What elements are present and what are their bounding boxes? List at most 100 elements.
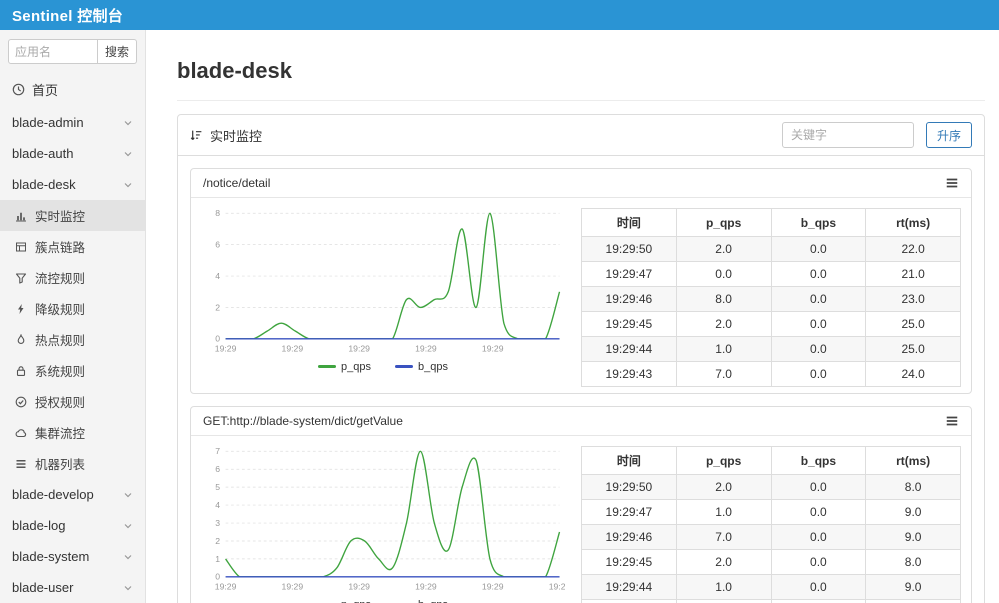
sidebar-app-blade-develop[interactable]: blade-develop	[0, 479, 145, 510]
table-cell: 19:29:45	[582, 312, 677, 337]
svg-text:6: 6	[215, 240, 220, 250]
sidebar-item-机器列表[interactable]: 机器列表	[0, 448, 145, 479]
table-cell: 25.0	[866, 337, 961, 362]
column-header: 时间	[582, 447, 677, 475]
table-row: 19:29:470.00.021.0	[582, 262, 961, 287]
column-header: rt(ms)	[866, 447, 961, 475]
table-cell: 0.0	[771, 600, 866, 603]
table-cell: 7.0	[676, 525, 771, 550]
menu-item-label: 实时监控	[35, 206, 85, 225]
page-title: blade-desk	[177, 58, 985, 84]
svg-text:2: 2	[215, 536, 220, 546]
filter-icon	[15, 272, 27, 284]
menu-icon[interactable]	[945, 176, 959, 190]
sidebar-item-实时监控[interactable]: 实时监控	[0, 200, 145, 231]
sidebar-app-blade-auth[interactable]: blade-auth	[0, 138, 145, 169]
sort-order-button[interactable]: 升序	[926, 122, 972, 148]
table-cell: 19:29:50	[582, 237, 677, 262]
svg-text:0: 0	[215, 334, 220, 344]
resource-title: GET:http://blade-system/dict/getValue	[203, 414, 403, 428]
table-cell: 7.0	[676, 362, 771, 387]
app-search-input[interactable]	[8, 39, 98, 64]
sidebar-item-降级规则[interactable]: 降级规则	[0, 293, 145, 324]
lock-icon	[15, 365, 27, 377]
table-row: 19:29:502.00.08.0	[582, 475, 961, 500]
table-row: 19:29:467.00.09.0	[582, 525, 961, 550]
chart-legend: p_qps b_qps	[201, 599, 565, 603]
table-cell: 19:29:43	[582, 362, 677, 387]
legend-item-p_qps[interactable]: p_qps	[318, 361, 371, 373]
sidebar-item-集群流控[interactable]: 集群流控	[0, 417, 145, 448]
svg-text:19:29: 19:29	[215, 344, 237, 354]
legend-item-b_qps[interactable]: b_qps	[395, 599, 448, 603]
sidebar-app-blade-user[interactable]: blade-user	[0, 572, 145, 603]
legend-label: p_qps	[341, 599, 371, 603]
column-header: p_qps	[676, 447, 771, 475]
table-row: 19:29:441.00.09.0	[582, 575, 961, 600]
legend-item-b_qps[interactable]: b_qps	[395, 361, 448, 373]
resource-title: /notice/detail	[203, 176, 270, 190]
table-row: 19:29:468.00.023.0	[582, 287, 961, 312]
svg-text:19:29: 19:29	[549, 582, 565, 592]
table-cell: 8.0	[866, 475, 961, 500]
chevron-down-icon	[123, 552, 133, 562]
table-cell: 0.0	[771, 262, 866, 287]
app-label: blade-admin	[12, 115, 84, 130]
sidebar-menu: blade-admin blade-authblade-desk 实时监控簇点链路流…	[0, 107, 145, 603]
keyword-input[interactable]	[782, 122, 914, 148]
menu-item-label: 簇点链路	[35, 237, 85, 256]
chevron-down-icon	[123, 490, 133, 500]
menu-icon[interactable]	[945, 414, 959, 428]
table-cell: 9.0	[866, 500, 961, 525]
sidebar-item-流控规则[interactable]: 流控规则	[0, 262, 145, 293]
table-row: 19:29:441.00.025.0	[582, 337, 961, 362]
svg-text:7: 7	[215, 446, 220, 456]
column-header: p_qps	[676, 209, 771, 237]
app-label: blade-system	[12, 549, 89, 564]
search-button[interactable]: 搜索	[98, 39, 137, 64]
cluster-link-icon	[15, 241, 27, 253]
sidebar-item-系统规则[interactable]: 系统规则	[0, 355, 145, 386]
column-header: 时间	[582, 209, 677, 237]
sidebar-app-blade-log[interactable]: blade-log	[0, 510, 145, 541]
monitor-panel: GET:http://blade-system/dict/getValue012…	[190, 406, 972, 603]
svg-text:19:29: 19:29	[215, 582, 237, 592]
menu-item-label: 授权规则	[35, 392, 85, 411]
sidebar-item-home[interactable]: 首页	[0, 72, 145, 107]
fire-icon	[15, 334, 27, 346]
chevron-down-icon	[123, 118, 133, 128]
sidebar: 搜索 首页 blade-admin blade-authblade-desk 实时监…	[0, 30, 146, 603]
menu-item-label: 集群流控	[35, 423, 85, 442]
table-cell: 0.0	[771, 312, 866, 337]
sidebar-item-热点规则[interactable]: 热点规则	[0, 324, 145, 355]
legend-item-p_qps[interactable]: p_qps	[318, 599, 371, 603]
svg-text:0: 0	[215, 572, 220, 582]
title-divider	[177, 100, 985, 101]
sidebar-app-blade-admin[interactable]: blade-admin	[0, 107, 145, 138]
table-cell: 0.0	[771, 237, 866, 262]
table-cell: 0.0	[771, 337, 866, 362]
sidebar-app-blade-system[interactable]: blade-system	[0, 541, 145, 572]
table-cell: 19:29:46	[582, 525, 677, 550]
table-cell: 2.0	[676, 237, 771, 262]
chevron-down-icon	[123, 149, 133, 159]
table-cell: 9.0	[866, 575, 961, 600]
table-cell: 8.0	[676, 287, 771, 312]
table-row: 19:29:437.00.010.0	[582, 600, 961, 603]
sidebar-item-授权规则[interactable]: 授权规则	[0, 386, 145, 417]
table-cell: 8.0	[866, 550, 961, 575]
sidebar-app-blade-desk[interactable]: blade-desk	[0, 169, 145, 200]
table-row: 19:29:452.00.025.0	[582, 312, 961, 337]
table-cell: 19:29:44	[582, 337, 677, 362]
sidebar-item-簇点链路[interactable]: 簇点链路	[0, 231, 145, 262]
svg-text:19:29: 19:29	[415, 344, 437, 354]
table-cell: 19:29:50	[582, 475, 677, 500]
column-header: b_qps	[771, 447, 866, 475]
chart-area: 0246819:2919:2919:2919:2919:29p_qpsb_qps	[201, 206, 565, 377]
cloud-icon	[15, 427, 27, 439]
svg-text:19:29: 19:29	[415, 582, 437, 592]
menu-item-label: 热点规则	[35, 330, 85, 349]
legend-swatch	[395, 365, 413, 368]
table-cell: 0.0	[771, 500, 866, 525]
table-cell: 0.0	[676, 262, 771, 287]
